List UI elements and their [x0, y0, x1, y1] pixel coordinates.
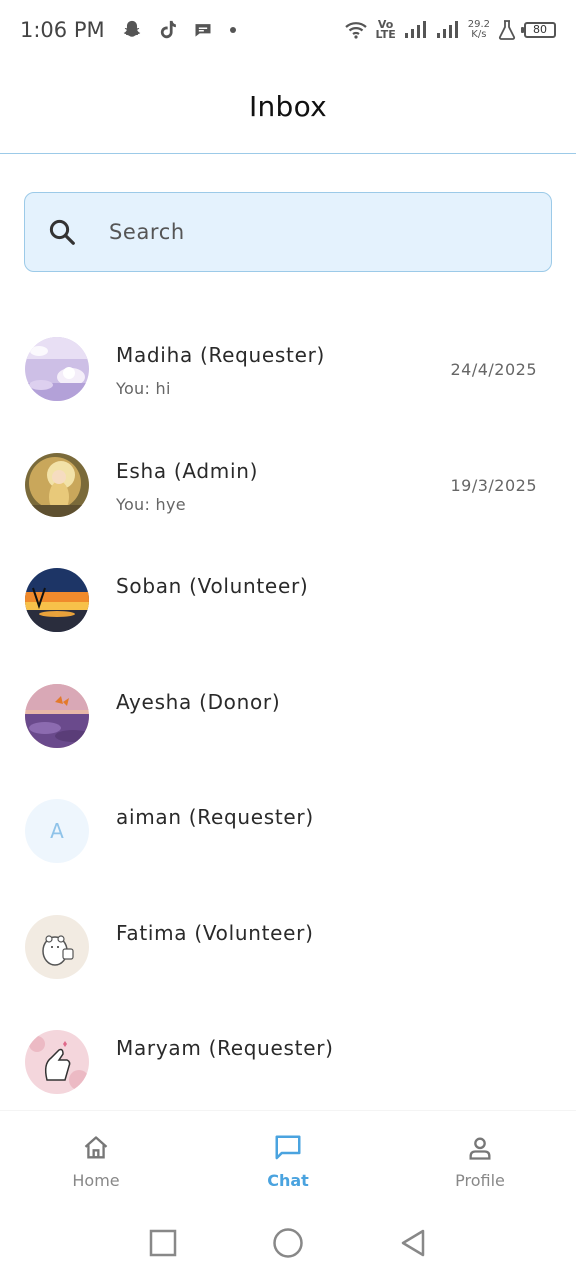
chat-name: Ayesha (Donor): [116, 689, 281, 714]
wifi-icon: [344, 20, 368, 40]
app-header: Inbox: [0, 60, 576, 154]
search-bar[interactable]: [24, 192, 552, 272]
avatar: [25, 452, 89, 517]
chat-date: 19/3/2025: [450, 475, 537, 495]
home-button[interactable]: [268, 1223, 308, 1263]
chat-name: Esha (Admin): [116, 458, 259, 483]
message-icon: [193, 20, 213, 40]
nav-profile[interactable]: Profile: [384, 1111, 576, 1206]
chat-item-maryam[interactable]: Maryam (Requester): [0, 1003, 576, 1119]
chat-item-fatima[interactable]: Fatima (Volunteer): [0, 888, 576, 1004]
chat-name: Soban (Volunteer): [116, 574, 309, 598]
chat-item-soban[interactable]: Soban (Volunteer): [0, 541, 576, 657]
chat-list: Madiha (Requester) You: hi 24/4/2025 Esh…: [0, 310, 576, 1119]
snapchat-icon: [121, 19, 143, 41]
avatar: [25, 914, 89, 979]
avatar: [25, 683, 89, 748]
chat-item-aiman[interactable]: A aiman (Requester): [0, 772, 576, 888]
nav-home[interactable]: Home: [0, 1111, 192, 1206]
chat-preview: You: hi: [116, 379, 171, 398]
screen: 1:06 PM Vo LTE 29.2 K/s 80 Inbox Search …: [0, 0, 576, 1280]
tiktok-icon: [157, 19, 179, 41]
nav-label: Home: [72, 1171, 120, 1190]
lte-indicator: Vo LTE: [375, 18, 396, 41]
battery-icon: 80: [521, 22, 556, 38]
chat-item-madiha[interactable]: Madiha (Requester) You: hi 24/4/2025: [0, 310, 576, 426]
system-nav: [0, 1206, 576, 1280]
chat-name: Madiha (Requester): [116, 343, 326, 367]
status-bar: 1:06 PM Vo LTE 29.2 K/s 80: [0, 0, 576, 60]
avatar: [25, 337, 89, 401]
avatar: [25, 1030, 89, 1094]
nav-label: Profile: [455, 1171, 505, 1190]
chat-name: aiman (Requester): [116, 805, 314, 829]
chat-name: Maryam (Requester): [116, 1036, 334, 1060]
home-icon: [81, 1133, 111, 1163]
search-icon: [45, 215, 79, 249]
dot-icon: [227, 24, 239, 36]
avatar-letter: A: [25, 799, 89, 863]
recents-button[interactable]: [143, 1223, 183, 1263]
search-input[interactable]: [109, 220, 489, 244]
status-time: 1:06 PM: [20, 18, 105, 42]
chat-preview: You: hye: [116, 494, 186, 514]
chat-name: Fatima (Volunteer): [116, 920, 314, 945]
chat-date: 24/4/2025: [450, 360, 537, 379]
signal-icon: [404, 20, 428, 40]
chat-icon: [273, 1133, 303, 1163]
network-speed: 29.2 K/s: [467, 19, 490, 40]
flask-icon: [498, 20, 516, 40]
back-button[interactable]: [393, 1223, 433, 1263]
signal-icon-2: [436, 20, 460, 40]
page-title: Inbox: [248, 90, 328, 123]
avatar: [25, 568, 89, 632]
bottom-nav: Home Chat Profile: [0, 1110, 576, 1206]
nav-label: Chat: [267, 1171, 309, 1190]
profile-icon: [465, 1133, 495, 1163]
chat-item-esha[interactable]: Esha (Admin) You: hye 19/3/2025: [0, 426, 576, 542]
nav-chat[interactable]: Chat: [192, 1111, 384, 1206]
chat-item-ayesha[interactable]: Ayesha (Donor): [0, 657, 576, 773]
